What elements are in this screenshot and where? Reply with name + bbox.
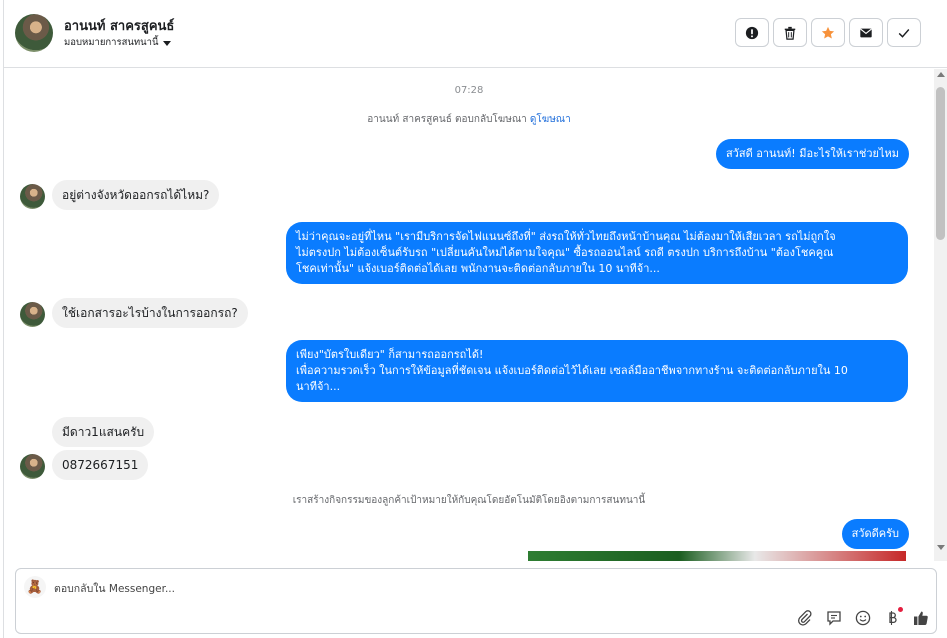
thumbs-up-icon	[913, 611, 928, 625]
ad-reply-note: อานนท์ สาครสูคนธ์ ตอบกลับโฆษณา ดูโฆษณา	[4, 112, 934, 127]
attach-button[interactable]	[795, 608, 814, 627]
incoming-message[interactable]: 0872667151	[52, 450, 149, 480]
reply-composer: 🧸	[15, 568, 937, 634]
check-icon	[898, 28, 910, 38]
image-attachment-preview[interactable]	[528, 551, 906, 561]
contact-avatar[interactable]	[15, 14, 53, 52]
scroll-up-arrow-icon[interactable]	[937, 72, 945, 77]
incoming-message[interactable]: มีดาว1แสนครับ	[52, 417, 155, 447]
scrollbar-thumb[interactable]	[936, 87, 945, 240]
view-ad-link[interactable]: ดูโฆษณา	[530, 114, 571, 125]
message-timestamp: 07:28	[454, 85, 484, 96]
outgoing-message[interactable]: ไม่ว่าคุณจะอยู่ที่ไหน "เรามีบริการจัดไฟแ…	[286, 222, 908, 284]
star-button[interactable]	[811, 18, 845, 47]
teddy-bear-icon: 🧸	[24, 576, 46, 598]
outgoing-message[interactable]: สวัดดีครับ	[841, 519, 909, 549]
sender-avatar	[20, 454, 45, 479]
contact-name[interactable]: อานนท์ สาครสูคนธ์	[64, 15, 174, 36]
incoming-message[interactable]: ใช้เอกสารอะไรบ้างในการออกรถ?	[52, 298, 248, 328]
outgoing-message[interactable]: สวัสดี อานนท์! มีอะไรให้เราช่วยไหม	[715, 139, 909, 169]
sender-avatar	[20, 302, 45, 327]
trash-icon	[784, 26, 796, 40]
message-thread[interactable]: 07:28 อานนท์ สาครสูคนธ์ ตอบกลับโฆษณา ดูโ…	[4, 69, 934, 561]
assign-label: มอบหมายการสนทนานี้	[64, 37, 159, 48]
auto-lead-note: เราสร้างกิจกรรมของลูกค้าเป้าหมายให้กับคุ…	[292, 495, 646, 506]
spam-icon	[745, 26, 759, 39]
currency-icon	[888, 610, 897, 625]
delete-button[interactable]	[773, 18, 807, 47]
sender-avatar	[20, 184, 45, 209]
saved-replies-button[interactable]	[824, 608, 843, 627]
composer-tools	[795, 607, 930, 627]
emoji-icon	[855, 610, 870, 625]
paperclip-icon	[797, 609, 812, 626]
mark-unread-button[interactable]	[849, 18, 883, 47]
notification-dot	[898, 607, 903, 612]
envelope-icon	[860, 28, 872, 37]
reply-input[interactable]	[54, 579, 754, 599]
outgoing-message[interactable]: เพียง"บัตรใบเดียว" ก็สามารถออกรถได้! เพื…	[286, 340, 908, 402]
star-icon	[821, 26, 835, 39]
conversation-header: อานนท์ สาครสูคนธ์ มอบหมายการสนทนานี้	[4, 0, 947, 68]
mark-done-button[interactable]	[887, 18, 921, 47]
caret-down-icon	[162, 40, 171, 46]
payment-button[interactable]	[882, 607, 903, 627]
like-button[interactable]	[911, 608, 930, 627]
emoji-button[interactable]	[853, 608, 872, 627]
mark-spam-button[interactable]	[735, 18, 769, 47]
saved-reply-icon	[826, 610, 841, 626]
header-actions	[735, 18, 921, 47]
assign-conversation-dropdown[interactable]: มอบหมายการสนทนานี้	[64, 35, 171, 50]
scroll-down-arrow-icon[interactable]	[937, 545, 945, 550]
ad-reply-text: อานนท์ สาครสูคนธ์ ตอบกลับโฆษณา	[367, 114, 527, 125]
incoming-message[interactable]: อยู่ต่างจังหวัดออกรถได้ไหม?	[52, 180, 220, 210]
messenger-conversation: อานนท์ สาครสูคนธ์ มอบหมายการสนทนานี้ 07:…	[3, 0, 947, 638]
